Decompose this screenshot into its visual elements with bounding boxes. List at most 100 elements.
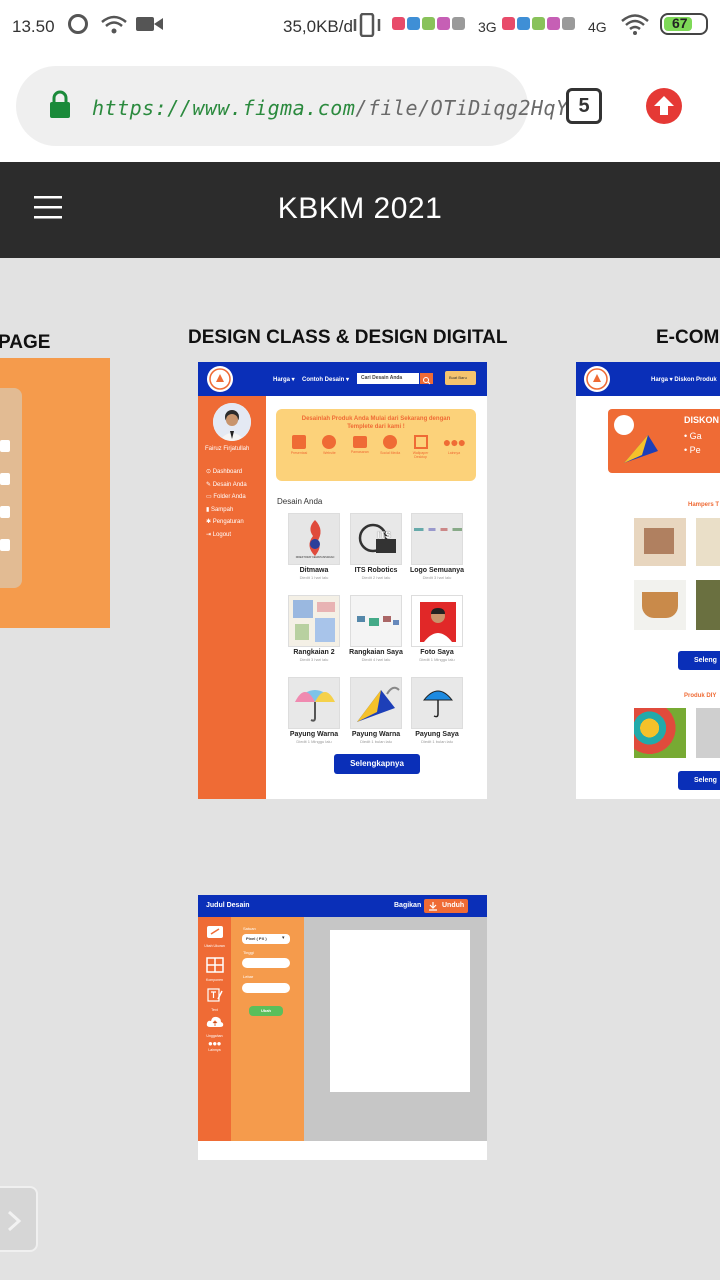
height-input[interactable] [242,958,290,968]
frame-label-right[interactable]: E-COM [656,327,719,349]
unit-select[interactable]: Pixel ( PX ) ▾ [242,934,290,944]
url-text[interactable]: https://www.figma.com/file/OTiDiqg2HqY [92,96,569,120]
category-website[interactable]: Website [318,435,340,459]
expand-panel-button[interactable] [0,1186,38,1252]
product-image[interactable] [696,580,720,630]
network-4g-label: 4G [588,19,607,35]
editor-toolbar: Ubah Ukuran Komponen Text Unggahan ●●● L… [198,917,231,1141]
menu-item-desain[interactable]: ✎ Desain Anda [206,481,247,494]
menu-item-logout[interactable]: ⇥ Logout [206,531,247,544]
design-class-frame[interactable]: Harga ▾ Contoh Desain ▾ Cari Desain Anda… [198,362,487,799]
design-subtitle: Diedit 3 hari lalu [299,657,329,662]
left-frame-panel [0,388,22,588]
frame-label-center[interactable]: DESIGN CLASS & DESIGN DIGITAL [188,327,508,349]
frame1-create-button[interactable]: Buat Baru [445,371,476,385]
editor-artboard[interactable] [330,930,470,1092]
url-scheme: https:// [92,96,193,120]
menu-item-sampah[interactable]: ▮ Sampah [206,506,247,519]
tool-upload[interactable]: Unggahan [198,1015,231,1038]
status-bar: 13.50 35,0KB/d 3G 4G 67 [0,0,720,52]
frame1-search-icon[interactable] [420,373,433,385]
menu-item-folder[interactable]: ▭ Folder Anda [206,493,247,506]
frame2-topbar: Judul Desain Bagikan Unduh [198,895,487,917]
design-title: Payung Warna [289,731,339,738]
frame1-sidebar: Fairuz Firjatullah ⊙ Dashboard ✎ Desain … [198,396,266,799]
promo-banner[interactable]: DISKON • Ga • Pe [608,409,720,473]
frame3-nav[interactable]: Harga ▾ Diskon Produk [651,376,717,383]
design-thumb-payung-saya[interactable] [411,677,463,729]
design-thumb-its-robotics[interactable]: ITS [350,513,402,565]
apply-button[interactable]: Ubah [249,1006,283,1016]
category-wallpaper[interactable]: Wallpaper Desktop [410,435,432,459]
design-title: ITS Robotics [354,567,398,574]
product-image[interactable] [696,708,720,758]
frame-label-left[interactable]: PAGE [0,332,50,354]
upload-button[interactable] [646,88,682,124]
frame1-menu: ⊙ Dashboard ✎ Desain Anda ▭ Folder Anda … [206,468,247,543]
app-title: KBKM 2021 [277,192,443,225]
frame1-nav-contoh[interactable]: Contoh Desain ▾ [302,376,349,383]
design-thumb-logo-semuanya[interactable] [411,513,463,565]
category-social-media[interactable]: Social Media [379,435,401,459]
chevron-right-icon [7,1210,22,1232]
frame1-banner: Desainlah Produk Anda Mulai dari Sekaran… [276,409,476,481]
banner-categories: Presentasi Website Pamasaran Social Medi… [288,435,468,459]
category-pamasaran[interactable]: Pamasaran [349,435,371,459]
product-image[interactable] [634,518,686,566]
promo-item: • Pe [684,445,701,455]
promo-item: • Ga [684,431,702,441]
frame3-more-button-2[interactable]: Seleng [678,771,720,790]
design-thumb-payung-warna[interactable] [288,677,340,729]
product-image[interactable] [634,580,686,630]
design-thumb-payung-warna-2[interactable] [350,677,402,729]
tool-resize[interactable]: Ubah Ukuran [198,925,231,948]
width-input[interactable] [242,983,290,993]
more-dots-icon: ●●● [208,1039,222,1048]
design-thumb-rangkaian-saya[interactable] [350,595,402,647]
editor-title[interactable]: Judul Desain [206,902,250,909]
design-subtitle: Diedit 4 hari lalu [361,657,391,662]
frame3-navbar: Harga ▾ Diskon Produk [576,362,720,396]
resize-icon [206,926,223,938]
umbrella-icon [624,435,658,463]
design-thumb-rangkaian-2[interactable] [288,595,340,647]
tool-components[interactable]: Komponen [198,957,231,982]
frame1-search-input[interactable]: Cari Desain Anda [357,373,419,384]
umbrella-icon [422,690,454,718]
url-host: www.figma.com [192,96,356,120]
app-notification-icons [392,17,465,30]
download-button[interactable]: Unduh [424,899,468,913]
battery-icon: 67 [660,13,708,35]
cloud-upload-icon [206,1016,223,1027]
design-title: Rangkaian 2 [293,649,335,656]
category-lainnya[interactable]: ●●● Lainnya [440,435,468,459]
frame3-more-button[interactable]: Seleng [678,651,720,670]
share-button[interactable]: Bagikan [394,902,421,909]
section-hampers: Hampers T [688,502,720,508]
more-button[interactable]: Selengkapnya [334,754,420,774]
category-presentasi[interactable]: Presentasi [288,435,310,459]
download-icon [429,902,437,911]
menu-item-dashboard[interactable]: ⊙ Dashboard [206,468,247,481]
grid-icon [205,957,224,973]
product-image[interactable] [696,518,720,566]
product-image[interactable] [634,708,686,758]
design-thumb-foto-saya[interactable] [411,595,463,647]
umbrella-icon [295,690,335,722]
battery-level: 67 [672,15,688,31]
network-3g-label: 3G [478,19,497,35]
browser-toolbar: https://www.figma.com/file/OTiDiqg2HqY 5 [0,52,720,162]
banner-title: Desainlah Produk Anda Mulai dari Sekaran… [301,416,451,430]
tool-more[interactable]: ●●● Lainnya [198,1039,231,1052]
left-frame[interactable] [0,358,110,628]
tabs-button[interactable]: 5 [566,88,602,124]
app-notification-icons-2 [502,17,575,30]
tool-text[interactable]: Text [198,987,231,1012]
editor-frame[interactable]: Judul Desain Bagikan Unduh Ubah Ukuran K… [198,895,487,1160]
frame1-nav-harga[interactable]: Harga ▾ [273,376,295,383]
menu-item-pengaturan[interactable]: ✱ Pengaturan [206,518,247,531]
section-title-desain: Desain Anda [277,497,323,506]
design-thumb-ditmawa[interactable]: DIREKTORAT KEMAHASISWAAN [288,513,340,565]
text-icon [206,988,223,1002]
ecommerce-frame[interactable]: Harga ▾ Diskon Produk DISKON • Ga • Pe H… [576,362,720,799]
